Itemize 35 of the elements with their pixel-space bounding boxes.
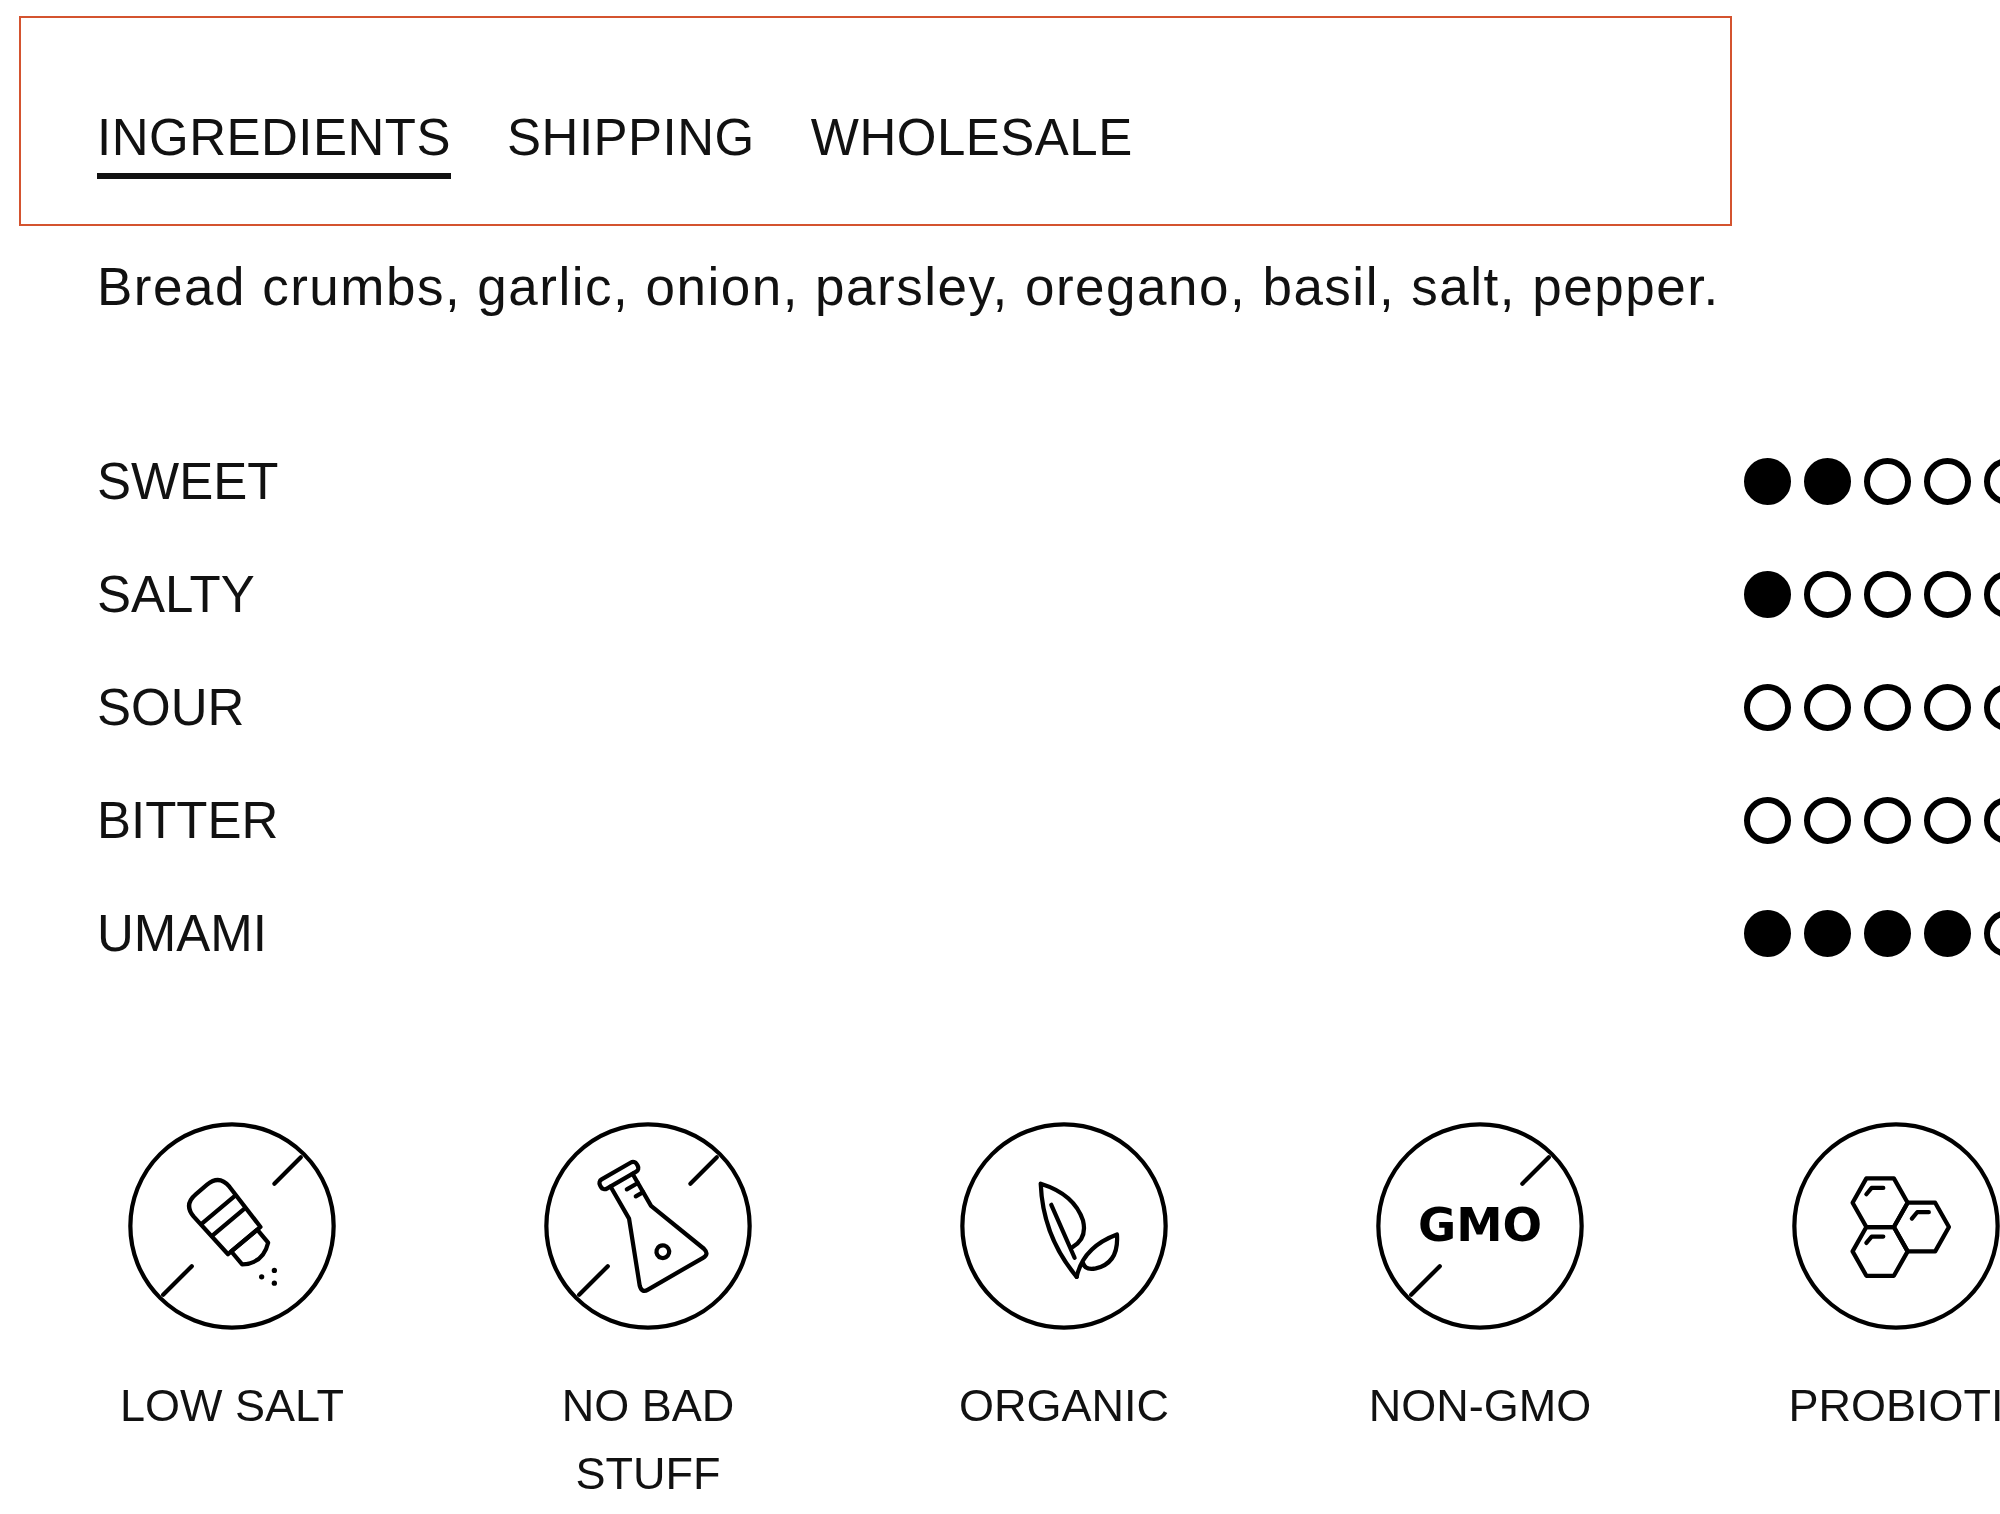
- rating-dot: [1864, 796, 1911, 844]
- taste-label: SOUR: [97, 681, 246, 733]
- rating-dot: [1804, 683, 1851, 731]
- tab[interactable]: SHIPPING: [507, 112, 755, 179]
- rating-dot: [1744, 683, 1791, 731]
- rating-dot: [1924, 683, 1971, 731]
- ingredients-text: Bread crumbs, garlic, onion, parsley, oregano, basil, salt, pepper.: [97, 258, 1721, 317]
- rating-dot: [1744, 457, 1791, 505]
- badge-label: LOW SALT: [118, 1379, 346, 1434]
- rating-dot: [1864, 457, 1911, 505]
- taste-label: SALTY: [97, 568, 256, 620]
- taste-label: UMAMI: [97, 907, 268, 959]
- rating-dot: [1744, 796, 1791, 844]
- tab[interactable]: INGREDIENTS: [97, 112, 452, 179]
- rating-dot: [1744, 570, 1791, 618]
- rating-dot: [1804, 796, 1851, 844]
- rating-dot: [1864, 683, 1911, 731]
- gmo-text: GMO: [1417, 1198, 1543, 1253]
- rating-dot: [1804, 457, 1851, 505]
- taste-label: BITTER: [97, 794, 280, 846]
- rating-dot: [1924, 796, 1971, 844]
- badge-label: NO BAD STUFF: [560, 1379, 736, 1502]
- tab[interactable]: WHOLESALE: [810, 112, 1133, 179]
- badge-label: NON-GMO: [1367, 1379, 1593, 1434]
- rating-dot: [1924, 457, 1971, 505]
- rating-dot: [1864, 570, 1911, 618]
- rating-dot: [1864, 909, 1911, 957]
- rating-dot: [1924, 909, 1971, 957]
- rating-dot: [1744, 909, 1791, 957]
- rating-dot: [1804, 909, 1851, 957]
- badge-label: ORGANIC: [958, 1379, 1170, 1434]
- rating-dot: [1804, 570, 1851, 618]
- rating-dot: [1924, 570, 1971, 618]
- badge-label: PROBIOTI: [1787, 1379, 2000, 1434]
- taste-label: SWEET: [97, 455, 280, 507]
